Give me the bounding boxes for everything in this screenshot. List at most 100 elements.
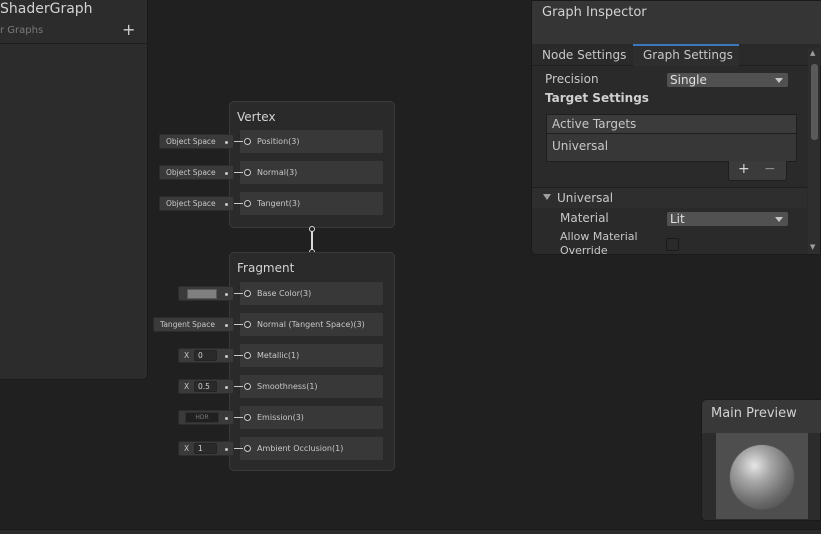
block-emission[interactable]: Emission(3) [239,405,384,430]
block-position[interactable]: Position(3) [239,129,384,154]
object-space-dropdown[interactable]: Object Space [159,196,234,211]
universal-section-label: Universal [557,191,614,205]
block-ambient-occlusion[interactable]: Ambient Occlusion(1) [239,436,384,461]
wire [234,172,243,173]
port-icon[interactable] [244,290,251,297]
connector-dot-icon [225,448,228,451]
connector-dot-icon [225,172,228,175]
metallic-field[interactable]: X 0 [178,348,234,363]
chip-label: Object Space [166,168,216,177]
tab-graph-settings[interactable]: Graph Settings [633,44,739,66]
wire [234,355,243,356]
main-preview-header[interactable]: Main Preview [702,400,821,433]
inspector-tabs: Node Settings Graph Settings [532,44,821,66]
add-property-button[interactable]: + [122,20,135,39]
precision-value: Single [670,73,707,87]
port-icon[interactable] [244,445,251,452]
scroll-down-icon[interactable]: ▼ [810,243,815,251]
list-item[interactable]: Universal [547,134,796,161]
wire [234,386,243,387]
axis-label: X [184,444,190,453]
block-label: Ambient Occlusion(1) [257,444,344,453]
block-label: Normal (Tangent Space)(3) [257,320,365,329]
targets-list-footer: + − [728,161,787,181]
blackboard-divider [0,43,148,44]
target-settings-heading: Target Settings [545,91,649,105]
block-label: Metallic(1) [257,351,300,360]
smoothness-field[interactable]: X 0.5 [178,379,234,394]
precision-dropdown[interactable]: Single [666,72,789,88]
hdr-color-swatch[interactable]: HDR [185,412,219,423]
vertex-stack-title: Vertex [237,110,276,124]
add-target-button[interactable]: + [738,161,750,177]
color-swatch[interactable] [187,289,217,299]
allow-material-override-label-2: Override [560,244,608,257]
inspector-title: Graph Inspector [542,5,647,20]
connector-dot-icon [225,386,228,389]
tangent-space-dropdown[interactable]: Tangent Space [153,317,234,332]
block-smoothness[interactable]: Smoothness(1) [239,374,384,399]
scrollbar-thumb[interactable] [811,64,818,140]
block-base-color[interactable]: Base Color(3) [239,281,384,306]
allow-material-override-checkbox[interactable] [666,238,679,251]
metallic-input[interactable]: 0 [194,350,217,361]
base-color-field[interactable] [178,286,234,301]
block-metallic[interactable]: Metallic(1) [239,343,384,368]
wire [234,141,243,142]
port-icon[interactable] [244,321,251,328]
precision-label: Precision [545,72,599,86]
block-label: Tangent(3) [257,199,301,208]
scroll-up-icon[interactable]: ▲ [810,49,815,57]
emission-field[interactable]: HDR [178,410,234,425]
smoothness-input[interactable]: 0.5 [194,381,217,392]
connector-port-icon [309,226,315,232]
ambient-occlusion-input[interactable]: 1 [194,443,217,454]
material-dropdown[interactable]: Lit [666,211,789,227]
connector-dot-icon [225,203,228,206]
universal-foldout[interactable]: Universal [532,188,807,208]
inspector-scrollbar[interactable]: ▲ ▼ [808,49,820,254]
preview-viewport[interactable] [716,433,808,519]
connector-dot-icon [225,141,228,144]
wire [234,324,243,325]
block-normal[interactable]: Normal(3) [239,160,384,185]
inspector-header[interactable]: Graph Inspector [532,1,821,44]
block-label: Smoothness(1) [257,382,318,391]
block-tangent[interactable]: Tangent(3) [239,191,384,216]
foldout-arrow-icon[interactable] [543,194,551,200]
wire [234,203,243,204]
main-preview-panel: Main Preview [701,399,821,521]
port-icon[interactable] [244,352,251,359]
block-label: Emission(3) [257,413,304,422]
connector-dot-icon [225,324,228,327]
ambient-occlusion-field[interactable]: X 1 [178,441,234,456]
chip-label: Object Space [166,137,216,146]
port-icon[interactable] [244,414,251,421]
chevron-down-icon [775,217,783,222]
block-normal-tangent[interactable]: Normal (Tangent Space)(3) [239,312,384,337]
axis-label: X [184,351,190,360]
connector-dot-icon [225,293,228,296]
tab-node-settings[interactable]: Node Settings [532,44,633,66]
wire [234,417,243,418]
chevron-down-icon [775,78,783,83]
port-icon[interactable] [244,169,251,176]
chip-label: Object Space [166,199,216,208]
port-icon[interactable] [244,200,251,207]
axis-label: X [184,382,190,391]
material-value: Lit [670,212,685,226]
allow-material-override-label: Allow Material [560,230,638,243]
fragment-stack-title: Fragment [237,261,295,275]
object-space-dropdown[interactable]: Object Space [159,165,234,180]
active-targets-list: Active Targets Universal [546,114,797,162]
preview-sphere [730,445,794,509]
list-item-label: Universal [552,139,609,153]
port-icon[interactable] [244,138,251,145]
blackboard-title: ShaderGraph [0,1,93,17]
port-icon[interactable] [244,383,251,390]
object-space-dropdown[interactable]: Object Space [159,134,234,149]
connector-dot-icon [225,417,228,420]
graph-inspector: Graph Inspector Node Settings Graph Sett… [531,0,821,257]
remove-target-button[interactable]: − [764,161,776,177]
bottom-bar [0,529,821,534]
